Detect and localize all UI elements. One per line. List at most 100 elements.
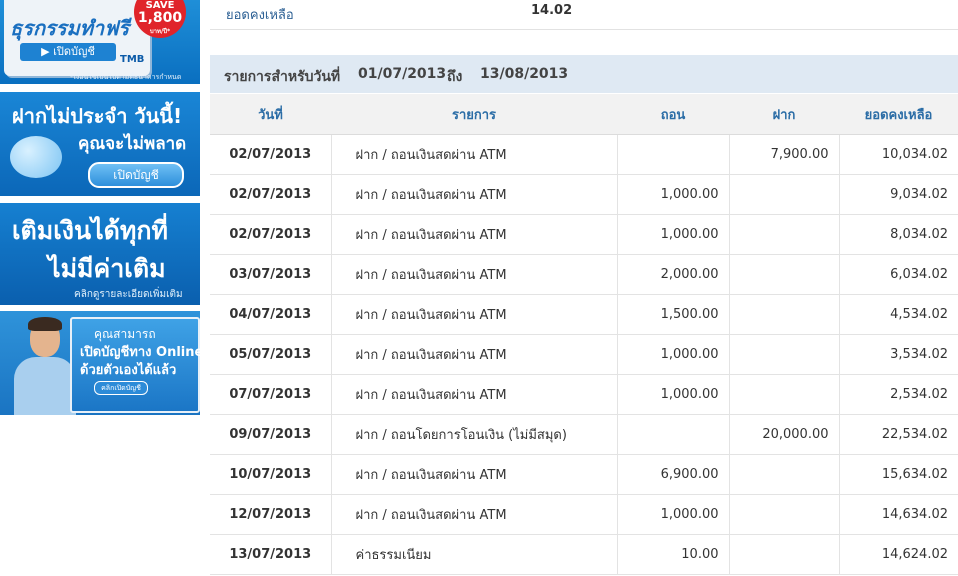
cell-date: 05/07/2013 [210, 334, 332, 375]
open-account-button[interactable]: เปิดบัญชี [88, 162, 184, 188]
cell-description: ฝาก / ถอนโดยการโอนเงิน (ไม่มีสมุด) [330, 414, 618, 455]
piggy-bank-icon [10, 136, 62, 178]
cell-balance: 8,034.02 [838, 214, 958, 255]
cell-deposit [728, 454, 840, 495]
cell-balance: 15,634.02 [838, 454, 958, 495]
cell-balance: 9,034.02 [838, 174, 958, 215]
cell-withdraw [616, 414, 730, 455]
open-account-button[interactable]: ▶ เปิดบัญชี [20, 43, 116, 61]
banner-note: *เงื่อนไขเป็นไปตามที่ธนาคารกำหนด [70, 73, 182, 81]
statement-panel: ยอดคงเหลือ 14.02 รายการสำหรับวันที่ 01/0… [210, 0, 958, 576]
cell-deposit [728, 334, 840, 375]
cell-deposit [728, 374, 840, 415]
cell-balance: 22,534.02 [838, 414, 958, 455]
cell-deposit [728, 534, 840, 575]
cell-withdraw: 1,000.00 [616, 214, 730, 255]
banner-topup[interactable]: เติมเงินได้ทุกที่ ไม่มีค่าเติม คลิกดูราย… [0, 203, 200, 305]
cell-balance: 14,624.02 [838, 534, 958, 575]
table-row: 04/07/2013 ฝาก / ถอนเงินสดผ่าน ATM 1,500… [210, 294, 958, 335]
banner-free-transactions[interactable]: ธุรกรรมทำฟรี SAVE 1,800 บาท/ปี* ▶ เปิดบั… [0, 0, 200, 84]
balance-label: ยอดคงเหลือ [226, 8, 294, 23]
cell-balance: 6,034.02 [838, 254, 958, 295]
person-hair [28, 317, 62, 331]
cell-withdraw [616, 134, 730, 175]
table-row: 10/07/2013 ฝาก / ถอนเงินสดผ่าน ATM 6,900… [210, 454, 958, 495]
cell-date: 02/07/2013 [210, 174, 332, 215]
cell-balance: 4,534.02 [838, 294, 958, 335]
cell-description: ฝาก / ถอนเงินสดผ่าน ATM [330, 134, 618, 175]
cell-withdraw: 1,000.00 [616, 494, 730, 535]
cell-withdraw: 1,000.00 [616, 174, 730, 215]
cell-balance: 3,534.02 [838, 334, 958, 375]
cell-date: 03/07/2013 [210, 254, 332, 295]
open-online-account-button[interactable]: คลิกเปิดบัญชี [94, 381, 148, 395]
banner-topup-details-link[interactable]: คลิกดูรายละเอียดเพิ่มเติม [74, 287, 183, 302]
table-row: 07/07/2013 ฝาก / ถอนเงินสดผ่าน ATM 1,000… [210, 374, 958, 415]
person-shirt [14, 357, 76, 415]
save-badge: SAVE 1,800 บาท/ปี* [134, 0, 186, 38]
table-header-row: วันที่ รายการ ถอน ฝาก ยอดคงเหลือ [210, 94, 958, 135]
column-header-deposit: ฝาก [729, 94, 839, 135]
cell-withdraw: 10.00 [616, 534, 730, 575]
banner-topup-line2: ไม่มีค่าเติม [48, 254, 166, 283]
column-header-date: วันที่ [210, 94, 331, 135]
banner-online-line3: ด้วยตัวเองได้แล้ว [80, 363, 177, 378]
table-row: 02/07/2013 ฝาก / ถอนเงินสดผ่าน ATM 1,000… [210, 214, 958, 255]
cell-description: ฝาก / ถอนเงินสดผ่าน ATM [330, 454, 618, 495]
banner-deposit-line2: คุณจะไม่พลาด [78, 134, 187, 154]
cell-deposit [728, 294, 840, 335]
cell-date: 09/07/2013 [210, 414, 332, 455]
cell-withdraw: 1,500.00 [616, 294, 730, 335]
cell-deposit [728, 174, 840, 215]
transactions-table: วันที่ รายการ ถอน ฝาก ยอดคงเหลือ 02/07/2… [210, 94, 958, 575]
cell-balance: 2,534.02 [838, 374, 958, 415]
play-icon: ▶ [41, 45, 54, 58]
cell-date: 07/07/2013 [210, 374, 332, 415]
cell-balance: 14,634.02 [838, 494, 958, 535]
cell-deposit [728, 494, 840, 535]
cell-date: 02/07/2013 [210, 134, 332, 175]
period-prefix: รายการสำหรับวันที่ [224, 69, 341, 85]
cell-description: ฝาก / ถอนเงินสดผ่าน ATM [330, 374, 618, 415]
cell-deposit: 20,000.00 [728, 414, 840, 455]
cell-description: ฝาก / ถอนเงินสดผ่าน ATM [330, 334, 618, 375]
period-to-label: ถึง [447, 69, 463, 85]
table-row: 02/07/2013 ฝาก / ถอนเงินสดผ่าน ATM 7,900… [210, 134, 958, 175]
balance-row: ยอดคงเหลือ 14.02 [210, 0, 958, 30]
cell-description: ฝาก / ถอนเงินสดผ่าน ATM [330, 294, 618, 335]
banner-online-account[interactable]: คุณสามารถ เปิดบัญชีทาง Online ด้วยตัวเอง… [0, 311, 200, 415]
cell-date: 02/07/2013 [210, 214, 332, 255]
cell-description: ฝาก / ถอนเงินสดผ่าน ATM [330, 174, 618, 215]
period-to: 13/08/2013 [480, 66, 569, 82]
banner-topup-line1: เติมเงินได้ทุกที่ [12, 216, 169, 245]
banner-headline: ธุรกรรมทำฟรี [10, 16, 130, 40]
table-row: 02/07/2013 ฝาก / ถอนเงินสดผ่าน ATM 1,000… [210, 174, 958, 215]
cell-date: 10/07/2013 [210, 454, 332, 495]
cell-balance: 10,034.02 [838, 134, 958, 175]
cell-withdraw: 2,000.00 [616, 254, 730, 295]
cell-date: 12/07/2013 [210, 494, 332, 535]
table-row: 03/07/2013 ฝาก / ถอนเงินสดผ่าน ATM 2,000… [210, 254, 958, 295]
cell-date: 04/07/2013 [210, 294, 332, 335]
period-header: รายการสำหรับวันที่ 01/07/2013 ถึง 13/08/… [210, 55, 958, 93]
banner-deposit[interactable]: ฝากไม่ประจำ วันนี้! คุณจะไม่พลาด เปิดบัญ… [0, 92, 200, 196]
tmb-logo: TMB [120, 54, 145, 65]
cell-withdraw: 1,000.00 [616, 374, 730, 415]
balance-value: 14.02 [531, 3, 573, 18]
cell-deposit [728, 214, 840, 255]
cell-description: ฝาก / ถอนเงินสดผ่าน ATM [330, 494, 618, 535]
table-row: 05/07/2013 ฝาก / ถอนเงินสดผ่าน ATM 1,000… [210, 334, 958, 375]
open-account-label: เปิดบัญชี [53, 45, 95, 58]
cell-description: ฝาก / ถอนเงินสดผ่าน ATM [330, 254, 618, 295]
period-from: 01/07/2013 [358, 66, 447, 82]
cell-deposit: 7,900.00 [728, 134, 840, 175]
column-header-withdraw: ถอน [617, 94, 729, 135]
table-row: 12/07/2013 ฝาก / ถอนเงินสดผ่าน ATM 1,000… [210, 494, 958, 535]
cell-withdraw: 1,000.00 [616, 334, 730, 375]
sidebar: ธุรกรรมทำฟรี SAVE 1,800 บาท/ปี* ▶ เปิดบั… [0, 0, 200, 576]
cell-deposit [728, 254, 840, 295]
banner-deposit-line1: ฝากไม่ประจำ วันนี้! [12, 104, 183, 128]
cell-date: 13/07/2013 [210, 534, 332, 575]
column-header-description: รายการ [331, 94, 617, 135]
save-badge-amount: 1,800 [137, 10, 183, 26]
